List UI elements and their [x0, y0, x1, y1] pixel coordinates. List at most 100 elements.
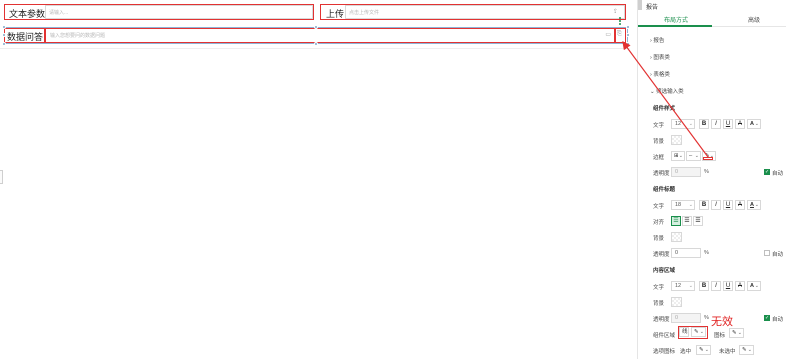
ca-component-area-color[interactable]: ✎ ⌄ [691, 327, 706, 337]
ca-transparency-unit: % [704, 315, 709, 321]
caret-down-icon: ⌄ [747, 347, 752, 353]
ca-unselected-color[interactable]: ✎ ⌄ [739, 345, 754, 355]
ca-background-swatch[interactable] [671, 297, 682, 307]
cs-border-line[interactable]: ┄ ⌄ [686, 151, 701, 161]
caret-down-icon: ⌄ [754, 283, 759, 289]
accordion-tables[interactable]: › 表格类 [650, 70, 670, 78]
ca-component-area-value: 线 [682, 329, 688, 335]
ct-transparency-input[interactable]: 0 [671, 248, 701, 258]
more-vertical-icon[interactable] [618, 16, 622, 26]
accordion-report[interactable]: › 报告 [650, 36, 664, 44]
properties-panel: 报告 布局方式 高级 › 报告 › 图表类 › 表格类 ⌄ 筛选输入类 组件样式… [637, 0, 786, 359]
ct-align-right-button[interactable]: ☰ [693, 216, 703, 226]
cs-underline-button[interactable]: U [723, 119, 733, 129]
accordion-charts[interactable]: › 图表类 [650, 53, 670, 61]
ca-selected-color[interactable]: ✎ ⌄ [696, 345, 711, 355]
accordion-charts-label: 图表类 [653, 55, 670, 61]
ct-bold-button[interactable]: B [699, 200, 709, 210]
cs-font-color[interactable]: A ⌄ [747, 119, 761, 129]
align-center-icon: ☰ [684, 218, 690, 224]
ct-font-color-glyph: A [750, 202, 754, 208]
ca-strike-button[interactable]: A [735, 281, 745, 291]
send-icon[interactable]: ⎘ [617, 31, 622, 38]
ca-bold-button[interactable]: B [699, 281, 709, 291]
ca-auto-checkbox[interactable]: ✓ [764, 315, 770, 321]
ct-transparency-label: 透明度 [653, 252, 670, 258]
ct-font-color[interactable]: A ⌄ [747, 200, 761, 210]
pen-icon: ✎ [732, 330, 737, 336]
resize-handle-tm[interactable] [314, 25, 318, 29]
ca-unselected-label: 未选中 [719, 349, 736, 355]
accordion-tables-label: 表格类 [653, 72, 670, 78]
ca-transparency-input[interactable]: 0 [671, 313, 701, 323]
cs-font-size[interactable]: 12 ⌄ [671, 119, 695, 129]
pen-icon: ✎ [694, 329, 699, 335]
caret-down-icon: ⌄ [754, 202, 759, 208]
ct-align-label: 对齐 [653, 220, 665, 226]
ca-component-area-label: 组件区域 [653, 333, 676, 339]
tab-advanced[interactable]: 高级 [748, 15, 760, 24]
ct-strike-button[interactable]: A [735, 200, 745, 210]
chat-icon[interactable]: ▭ [605, 31, 611, 38]
text-parameter-input[interactable]: 请输入... [45, 5, 313, 19]
chevron-right-icon: › [650, 55, 652, 61]
resize-handle-tr[interactable] [626, 25, 630, 29]
resize-handle-mr[interactable] [626, 33, 630, 37]
resize-handle-bm[interactable] [314, 42, 318, 46]
resize-handle-br[interactable] [626, 42, 630, 46]
ct-align-center-button[interactable]: ☰ [682, 216, 692, 226]
resize-handle-tl[interactable] [2, 25, 6, 29]
cs-auto-label: 自动 [772, 171, 784, 177]
ct-background-swatch[interactable] [671, 232, 682, 242]
ca-underline-button[interactable]: U [723, 281, 733, 291]
text-parameter-placeholder: 请输入... [49, 10, 69, 16]
cs-auto-checkbox[interactable]: ✓ [764, 169, 770, 175]
resize-handle-bl[interactable] [2, 42, 6, 46]
data-qa-input[interactable]: 输入您想要问的数据问题 ▭ [46, 29, 614, 42]
caret-down-icon: ⌄ [688, 283, 693, 289]
panel-scroll-marker[interactable] [638, 0, 642, 10]
caret-down-icon: ⌄ [699, 329, 704, 335]
cs-font-color-glyph: A [750, 121, 754, 127]
cs-text-label: 文字 [653, 123, 665, 129]
ca-font-size-value: 12 [675, 283, 682, 289]
data-qa-widget[interactable]: 数据问答 输入您想要问的数据问题 ▭ ⎘ [4, 28, 626, 43]
text-parameter-label: 文本参数 [9, 9, 46, 19]
canvas-edge-tab[interactable] [0, 170, 3, 184]
ct-underline-button[interactable]: U [723, 200, 733, 210]
tab-layout[interactable]: 布局方式 [664, 15, 688, 24]
cs-bold-button[interactable]: B [699, 119, 709, 129]
ct-text-label: 文字 [653, 204, 665, 210]
pen-icon: ✎ [699, 347, 704, 353]
cs-strike-button[interactable]: A [735, 119, 745, 129]
ca-italic-button[interactable]: I [711, 281, 721, 291]
text-parameter-widget[interactable]: 文本参数 请输入... [4, 4, 314, 20]
cs-italic-button[interactable]: I [711, 119, 721, 129]
ca-font-size[interactable]: 12 ⌄ [671, 281, 695, 291]
upload-input[interactable]: 点击上传文件 ⇪ [345, 5, 625, 19]
ct-auto-checkbox[interactable] [764, 250, 770, 256]
upload-label: 上传 [326, 9, 345, 19]
caret-down-icon: ⌄ [704, 347, 709, 353]
upload-icon[interactable]: ⇪ [613, 8, 618, 15]
resize-handle-ml[interactable] [2, 33, 6, 37]
ca-font-color[interactable]: A ⌄ [747, 281, 761, 291]
ct-align-left-button[interactable]: ☰ [671, 216, 681, 226]
cs-border-style[interactable]: ⊞ ⌄ [671, 151, 685, 161]
accordion-filters[interactable]: ⌄ 筛选输入类 [650, 87, 684, 95]
cs-background-label: 背景 [653, 139, 665, 145]
cs-background-swatch[interactable] [671, 135, 682, 145]
ct-font-size-value: 18 [675, 202, 682, 208]
caret-down-icon: ⌄ [737, 330, 742, 336]
cs-transparency-input[interactable]: 0 [671, 167, 701, 177]
report-canvas[interactable]: 文本参数 请输入... 上传 点击上传文件 ⇪ 数据问答 输入您想要问的数据问题… [0, 0, 636, 359]
ca-component-area-select[interactable]: 线 [679, 327, 689, 337]
ca-icon-color[interactable]: ✎ ⌄ [729, 328, 744, 338]
invalid-annotation: 无效 [711, 315, 733, 328]
upload-widget[interactable]: 上传 点击上传文件 ⇪ [320, 4, 626, 20]
ct-font-size[interactable]: 18 ⌄ [671, 200, 695, 210]
ca-option-icon-label: 选项图标 [653, 349, 676, 355]
ca-background-label: 背景 [653, 301, 665, 307]
ct-italic-button[interactable]: I [711, 200, 721, 210]
section-content-area: 内容区域 [653, 268, 676, 274]
